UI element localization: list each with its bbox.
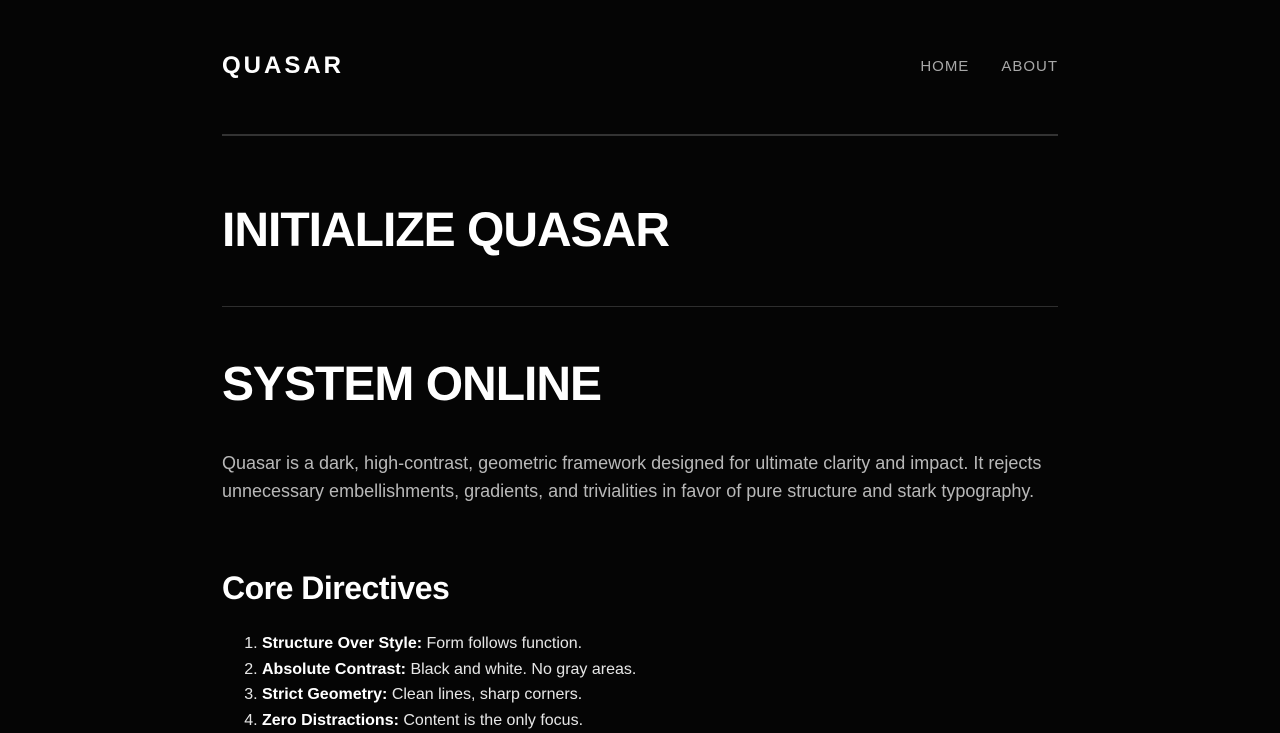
directive-term: Absolute Contrast: xyxy=(262,661,406,678)
directives-heading: Core Directives xyxy=(222,570,449,606)
nav-home-link[interactable]: HOME xyxy=(920,58,969,76)
section-divider xyxy=(222,306,1058,307)
directive-term: Strict Geometry: xyxy=(262,686,387,703)
list-item: Strict Geometry: Clean lines, sharp corn… xyxy=(262,682,636,708)
intro-paragraph: Quasar is a dark, high-contrast, geometr… xyxy=(222,449,1058,505)
section-title: SYSTEM ONLINE xyxy=(222,358,601,412)
list-item: Structure Over Style: Form follows funct… xyxy=(262,631,636,657)
directive-text: Content is the only focus. xyxy=(399,712,583,729)
nav-about-link[interactable]: ABOUT xyxy=(1001,58,1058,76)
directives-list: Structure Over Style: Form follows funct… xyxy=(222,631,636,733)
site-header: QUASAR HOME ABOUT xyxy=(222,0,1058,136)
directive-term: Zero Distractions: xyxy=(262,712,399,729)
list-item: Zero Distractions: Content is the only f… xyxy=(262,708,636,733)
page-container: QUASAR HOME ABOUT INITIALIZE QUASAR SYST… xyxy=(222,0,1058,136)
site-logo[interactable]: QUASAR xyxy=(222,52,344,80)
directive-text: Clean lines, sharp corners. xyxy=(387,686,582,703)
list-item: Absolute Contrast: Black and white. No g… xyxy=(262,657,636,683)
directive-term: Structure Over Style: xyxy=(262,635,422,652)
main-nav: HOME ABOUT xyxy=(920,58,1058,76)
hero-title: INITIALIZE QUASAR xyxy=(222,204,669,258)
directive-text: Form follows function. xyxy=(422,635,582,652)
directive-text: Black and white. No gray areas. xyxy=(406,661,636,678)
